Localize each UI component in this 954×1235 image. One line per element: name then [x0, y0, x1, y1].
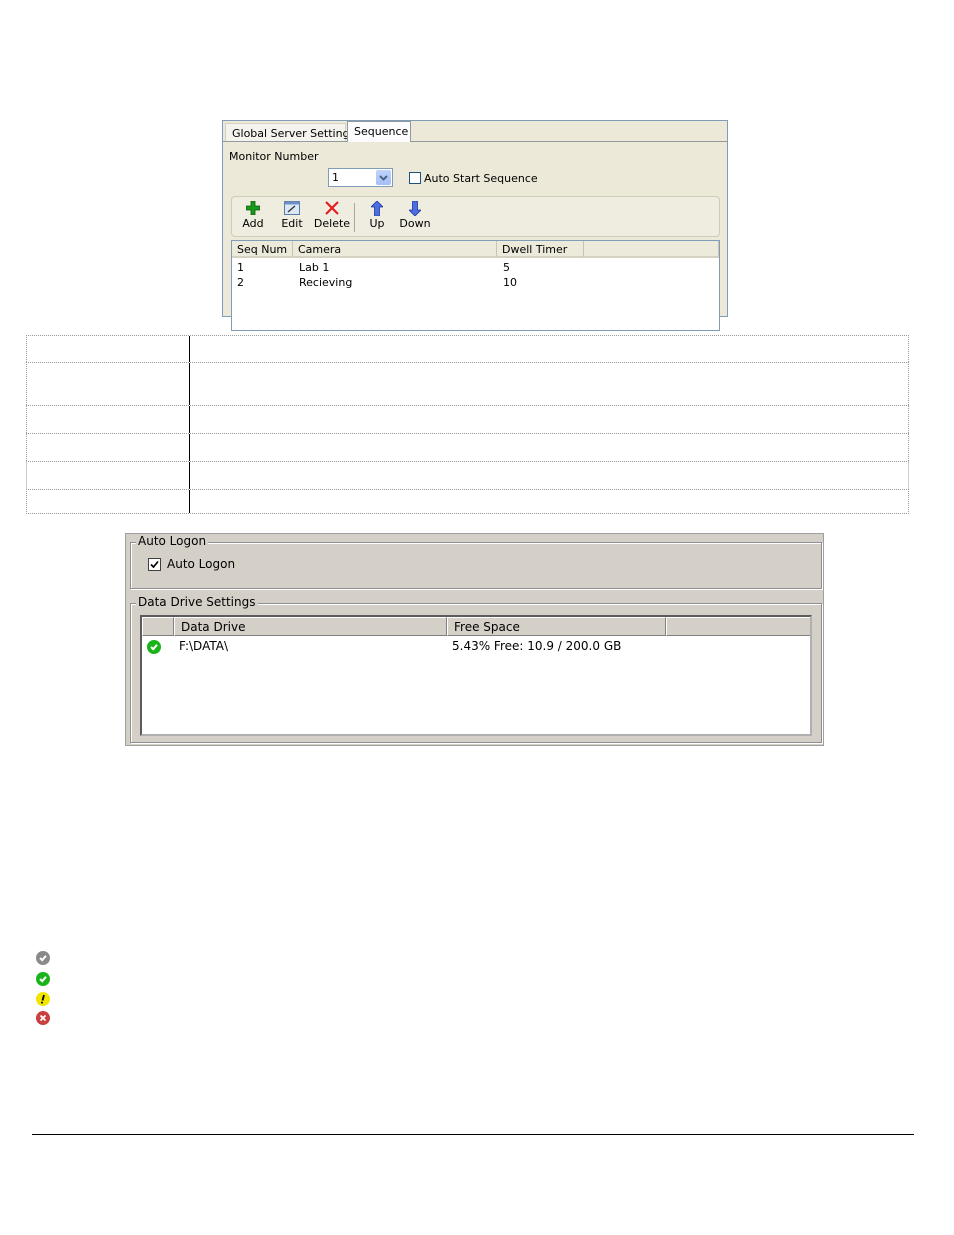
camera-cell: Recieving	[299, 276, 353, 289]
monitor-number-label: Monitor Number	[229, 150, 319, 163]
sequence-list[interactable]: Seq Num Camera Dwell Timer 1 Lab 1 5 2 R…	[231, 240, 720, 331]
column-header-camera[interactable]: Camera	[293, 241, 497, 258]
seq-num-cell: 2	[237, 276, 244, 289]
green-check-icon	[36, 972, 50, 986]
auto-start-sequence-checkbox[interactable]	[409, 172, 421, 184]
column-header-data-drive[interactable]: Data Drive	[174, 617, 447, 636]
toolbar-separator	[354, 203, 355, 232]
column-header-empty[interactable]	[666, 617, 810, 636]
auto-logon-group-title: Auto Logon	[136, 534, 209, 548]
up-button[interactable]: Up	[359, 199, 395, 235]
red-error-icon	[36, 1011, 50, 1025]
data-drive-list[interactable]: Data Drive Free Space F:\DATA\ 5.43% Fre…	[140, 615, 812, 736]
delete-button[interactable]: Delete	[312, 199, 352, 235]
footer-divider	[32, 1134, 914, 1135]
tab-global-server-settings[interactable]: Global Server Settings	[225, 123, 355, 142]
monitor-number-value: 1	[332, 171, 339, 184]
column-header-seq-num[interactable]: Seq Num	[232, 241, 293, 258]
table-row	[26, 335, 909, 362]
monitor-number-select[interactable]: 1	[328, 168, 393, 187]
tab-content: Monitor Number 1 Auto Start Sequence Add…	[223, 141, 727, 331]
add-button[interactable]: Add	[235, 199, 271, 235]
tab-sequence[interactable]: Sequence	[347, 121, 411, 142]
table-row	[26, 461, 909, 489]
data-drive-cell: F:\DATA\	[179, 639, 229, 653]
arrow-up-icon	[359, 199, 395, 217]
seq-num-cell: 1	[237, 261, 244, 274]
checkmark-icon	[150, 560, 159, 569]
dwell-timer-cell: 5	[503, 261, 510, 274]
column-header-dwell-timer[interactable]: Dwell Timer	[497, 241, 584, 258]
table-row	[26, 362, 909, 405]
tab-strip: Global Server Settings Sequence	[223, 121, 727, 142]
delete-x-icon	[312, 199, 352, 217]
auto-start-sequence-label: Auto Start Sequence	[424, 172, 538, 185]
down-button[interactable]: Down	[397, 199, 433, 235]
plus-icon	[235, 199, 271, 217]
edit-icon	[274, 199, 310, 217]
dwell-timer-cell: 10	[503, 276, 517, 289]
camera-cell: Lab 1	[299, 261, 330, 274]
data-drive-settings-group-title: Data Drive Settings	[136, 595, 258, 609]
auto-logon-checkbox[interactable]	[148, 558, 161, 571]
yellow-warning-icon	[36, 992, 50, 1006]
add-label: Add	[242, 217, 264, 230]
up-label: Up	[369, 217, 385, 230]
server-settings-panel: Auto Logon Auto Logon Data Drive Setting…	[125, 533, 824, 746]
sequence-settings-panel: Global Server Settings Sequence Monitor …	[222, 120, 728, 331]
edit-label: Edit	[281, 217, 303, 230]
ok-check-icon	[147, 640, 161, 654]
column-header-status[interactable]	[142, 617, 174, 636]
table-row	[26, 489, 909, 514]
gray-check-icon	[36, 951, 50, 965]
free-space-cell: 5.43% Free: 10.9 / 200.0 GB	[452, 639, 622, 653]
chevron-down-icon[interactable]	[376, 170, 391, 185]
delete-label: Delete	[313, 217, 351, 230]
down-label: Down	[399, 217, 431, 230]
column-header-empty[interactable]	[584, 241, 719, 258]
table-row	[26, 405, 909, 433]
sequence-toolbar: Add Edit Delete Up Down	[231, 196, 720, 237]
edit-button[interactable]: Edit	[274, 199, 310, 235]
auto-logon-label: Auto Logon	[167, 557, 236, 571]
arrow-down-icon	[397, 199, 433, 217]
table-row	[26, 433, 909, 461]
column-header-free-space[interactable]: Free Space	[447, 617, 666, 636]
description-table	[26, 335, 909, 514]
